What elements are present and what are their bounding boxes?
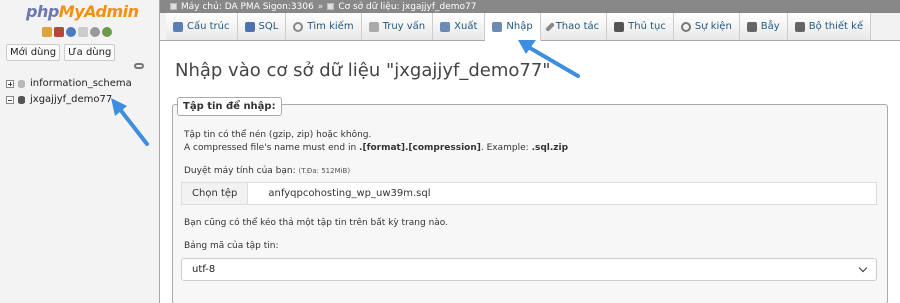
export-icon [440,21,451,32]
tab-search[interactable]: Tìm kiếm [286,13,362,40]
choose-file-button[interactable]: Chọn tệp [182,183,249,204]
compression-example: A compressed file's name must end in .[f… [184,143,569,153]
trigger-icon [746,21,757,32]
navigation-panel: phpMyAdmin Mới dùng Ưa dùng information_… [0,0,160,303]
tab-sql[interactable]: SQL [237,13,287,40]
tab-events[interactable]: Sự kiện [673,13,740,40]
designer-icon [794,21,805,32]
annotation-arrow-icon [111,98,149,146]
wrench-icon [544,21,555,32]
import-icon [492,21,503,32]
tab-triggers[interactable]: Bẫy [739,13,788,40]
max-size-label: (T.Đa: 512MiB) [298,167,351,175]
breadcrumb-server[interactable]: Máy chủ: DA PMA Sigon:3306 [181,2,314,12]
tab-designer[interactable]: Bộ thiết kế [787,13,872,40]
drag-drop-hint: Bạn cũng có thể kéo thả một tập tin trên… [184,218,449,228]
database-icon [327,3,335,10]
tab-export[interactable]: Xuất [433,13,486,40]
tree-item-information-schema[interactable]: information_schema [6,78,132,89]
query-icon [368,21,379,32]
file-input[interactable]: Chọn tệp anfyqpcohosting_wp_uw39m.sql [181,182,877,205]
fieldset-legend: Tập tin để nhập: [177,97,282,116]
browse-label: Duyệt máy tính của bạn: (T.Đa: 512MiB) [184,166,351,176]
page-title: Nhập vào cơ sở dữ liệu "jxgajjyf_demo77" [175,60,551,81]
chevron-down-icon [858,263,868,272]
sql-icon [244,21,255,32]
tree-item-jxgajjyf-demo77[interactable]: jxgajjyf_demo77 [6,94,112,105]
database-icon [17,79,27,89]
main-content: Nhập vào cơ sở dữ liệu "jxgajjyf_demo77"… [160,42,900,303]
server-icon [170,3,177,10]
help-icon[interactable] [66,27,76,37]
charset-value: utf-8 [192,264,216,275]
nav-tab-favorites[interactable]: Ưa dùng [64,44,116,61]
search-icon [293,21,304,32]
tab-query[interactable]: Truy vấn [361,13,434,40]
link-icon[interactable] [134,63,144,69]
top-menu: Cấu trúc SQL Tìm kiếm Truy vấn Xuất Nhập… [160,13,900,41]
tab-import[interactable]: Nhập [485,13,541,41]
breadcrumb-database[interactable]: Cơ sở dữ liệu: jxgajjyf_demo77 [338,2,476,12]
tab-routines[interactable]: Thủ tục [607,13,674,40]
phpmyadmin-logo[interactable]: phpMyAdmin [26,2,139,21]
nav-tab-recent[interactable]: Mới dùng [6,44,61,61]
charset-select[interactable]: utf-8 [181,258,877,281]
compression-note: Tập tin có thể nén (gzip, zip) hoặc khôn… [184,130,372,140]
docs-icon[interactable] [78,27,88,37]
breadcrumb-separator: » [317,1,324,12]
reload-icon[interactable] [102,27,112,37]
tab-structure[interactable]: Cấu trúc [166,13,238,40]
routines-icon [614,21,625,32]
tab-operations[interactable]: Thao tác [540,13,608,40]
expand-icon[interactable] [6,79,14,88]
logout-icon[interactable] [54,27,64,37]
selected-file-name: anfyqpcohosting_wp_uw39m.sql [268,188,431,199]
tree-item-label[interactable]: jxgajjyf_demo77 [30,94,112,105]
charset-label: Bảng mã của tập tin: [184,241,279,251]
clock-icon [680,21,691,32]
home-icon[interactable] [42,27,52,37]
structure-icon [173,21,183,32]
breadcrumb: Máy chủ: DA PMA Sigon:3306 » Cơ sở dữ li… [160,0,900,13]
nav-quick-icons [42,27,112,37]
collapse-icon[interactable] [6,95,14,104]
settings-icon[interactable] [90,27,100,37]
database-icon [17,95,27,105]
tree-item-label[interactable]: information_schema [30,78,132,89]
